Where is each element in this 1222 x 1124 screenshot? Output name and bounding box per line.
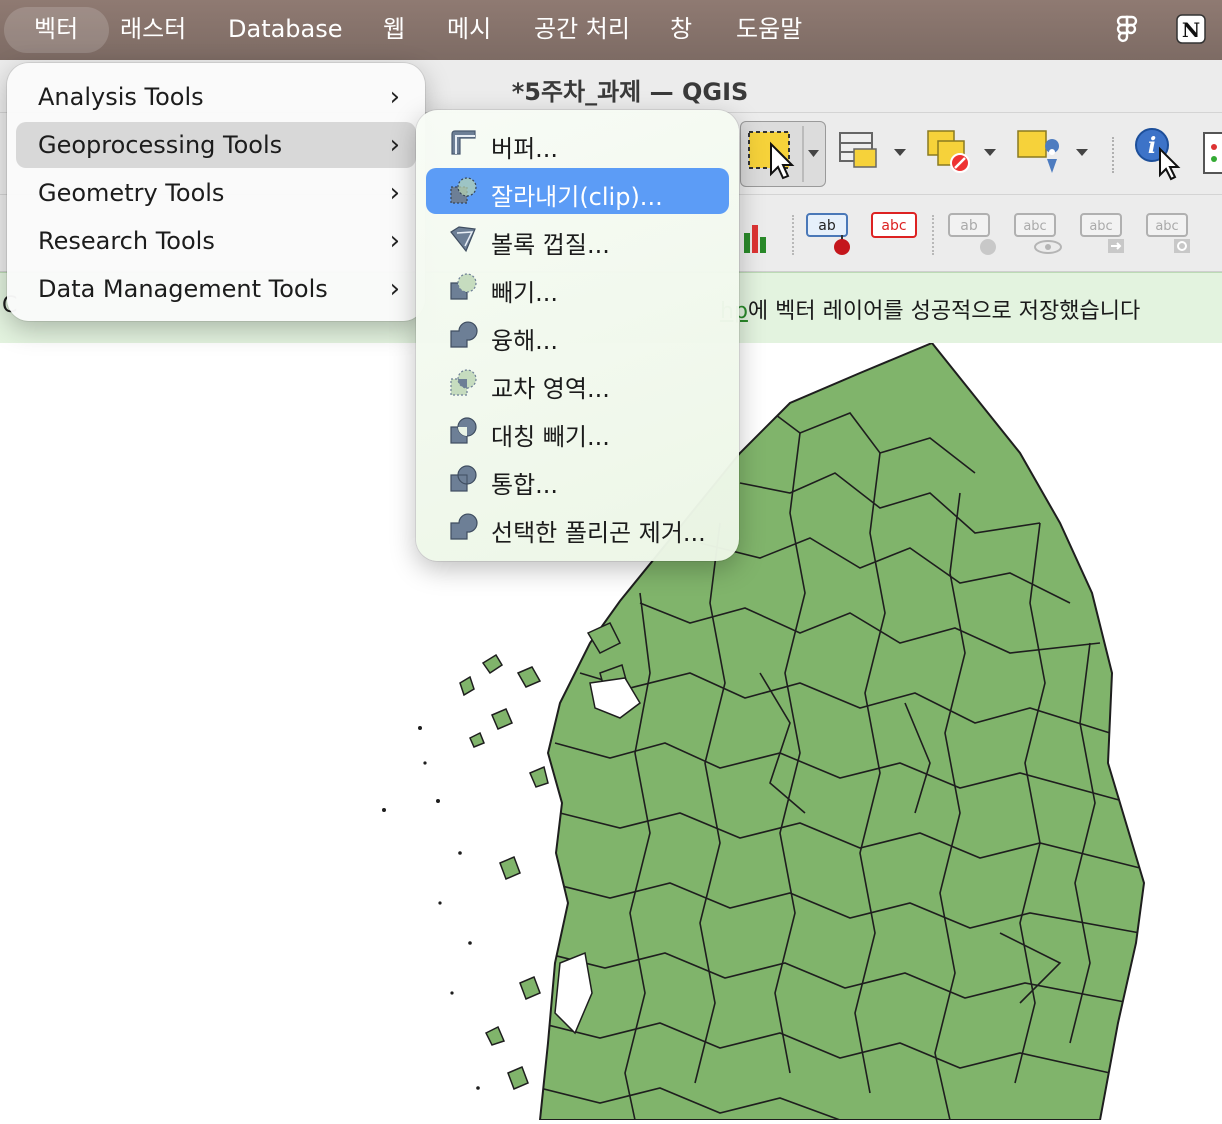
svg-text:N: N xyxy=(1182,18,1200,42)
svg-text:abc: abc xyxy=(1089,219,1112,234)
submenu-item-intersection[interactable]: 교차 영역... xyxy=(426,360,729,406)
buffer-icon xyxy=(451,130,476,155)
submenu-item-union[interactable]: 통합... xyxy=(426,456,729,502)
menu-item-analysis-tools[interactable]: Analysis Tools › xyxy=(16,74,416,120)
union-icon xyxy=(450,465,477,492)
rotate-label-icon[interactable]: abc xyxy=(1144,209,1200,257)
menu-bar: 벡터 래스터 Database 웹 메시 공간 처리 창 도움말 N xyxy=(0,0,1222,60)
submenu-item-label: 대칭 빼기... xyxy=(491,423,610,451)
show-hide-labels-icon[interactable]: abc xyxy=(1012,209,1068,257)
notion-icon[interactable]: N xyxy=(1174,12,1208,46)
geoprocessing-submenu: 버퍼... 잘라내기(clip)... 볼록 껍질... 빼기... 융해... xyxy=(416,110,739,561)
intersection-icon xyxy=(450,369,477,396)
menu-item-data-management-tools[interactable]: Data Management Tools › xyxy=(16,266,416,312)
submenu-item-dissolve[interactable]: 융해... xyxy=(426,312,729,358)
svg-text:abc: abc xyxy=(1155,219,1178,234)
toolbar-separator xyxy=(932,215,938,255)
chevron-right-icon: › xyxy=(389,274,400,304)
identify-features-icon[interactable]: i xyxy=(1130,123,1190,183)
symmetric-difference-icon xyxy=(450,417,477,444)
eliminate-polygons-icon xyxy=(450,513,478,540)
submenu-item-label: 융해... xyxy=(491,327,559,355)
select-features-button[interactable] xyxy=(740,121,826,187)
submenu-item-clip[interactable]: 잘라내기(clip)... xyxy=(426,168,729,214)
menu-item-label: Analysis Tools xyxy=(38,83,204,111)
menu-window[interactable]: 창 xyxy=(670,14,692,44)
submenu-item-label: 볼록 껍질... xyxy=(491,231,610,259)
svg-text:ab: ab xyxy=(960,218,978,234)
svg-text:i: i xyxy=(1148,133,1156,159)
menu-item-label: Data Management Tools xyxy=(38,275,328,303)
submenu-item-label: 선택한 폴리곤 제거... xyxy=(491,519,706,547)
menu-database[interactable]: Database xyxy=(228,14,343,44)
menu-mesh[interactable]: 메시 xyxy=(447,14,491,44)
svg-text:abc: abc xyxy=(881,218,906,234)
menu-item-research-tools[interactable]: Research Tools › xyxy=(16,218,416,264)
submenu-item-label: 빼기... xyxy=(491,279,559,307)
dissolve-icon xyxy=(450,321,478,348)
submenu-item-label: 버퍼... xyxy=(491,135,559,163)
clip-icon xyxy=(450,177,477,204)
message-text: hp에 벡터 레이어를 성공적으로 저장했습니다 xyxy=(720,293,1140,325)
label-settings-icon[interactable]: abc xyxy=(868,209,924,249)
pin-labels-icon[interactable]: ab xyxy=(946,209,1002,257)
difference-icon xyxy=(450,273,477,300)
deselect-features-icon[interactable] xyxy=(924,125,1004,185)
submenu-item-label: 잘라내기(clip)... xyxy=(491,183,663,211)
attribute-table-icon[interactable] xyxy=(1200,127,1222,183)
menu-item-label: Research Tools xyxy=(38,227,215,255)
submenu-item-buffer[interactable]: 버퍼... xyxy=(426,120,729,166)
select-by-location-icon[interactable] xyxy=(1014,125,1098,185)
submenu-item-label: 통합... xyxy=(491,471,559,499)
toolbar-separator xyxy=(1112,137,1120,173)
menu-web[interactable]: 웹 xyxy=(383,14,405,44)
submenu-item-convex-hull[interactable]: 볼록 껍질... xyxy=(426,216,729,262)
svg-text:abc: abc xyxy=(1023,219,1046,234)
chevron-right-icon: › xyxy=(389,226,400,256)
svg-text:ab: ab xyxy=(818,218,836,234)
menu-help[interactable]: 도움말 xyxy=(736,14,802,44)
label-layer-icon[interactable]: ab xyxy=(804,209,860,257)
vector-menu: Analysis Tools › Geoprocessing Tools › G… xyxy=(7,63,425,321)
chevron-right-icon: › xyxy=(389,82,400,112)
menu-vector[interactable]: 벡터 xyxy=(34,14,78,44)
select-by-value-icon[interactable] xyxy=(836,127,916,183)
window-title: *5주차_과제 — QGIS xyxy=(511,78,749,106)
submenu-item-label: 교차 영역... xyxy=(491,375,610,403)
move-label-icon[interactable]: abc xyxy=(1078,209,1134,257)
chevron-right-icon: › xyxy=(389,178,400,208)
select-rectangle-icon xyxy=(748,126,819,182)
figma-icon[interactable] xyxy=(1110,12,1144,46)
submenu-item-difference[interactable]: 빼기... xyxy=(426,264,729,310)
message-body: 에 벡터 레이어를 성공적으로 저장했습니다 xyxy=(747,299,1141,324)
small-islets xyxy=(382,726,480,1090)
menu-processing[interactable]: 공간 처리 xyxy=(534,14,630,44)
diagram-icon[interactable] xyxy=(738,215,772,255)
menu-item-label: Geometry Tools xyxy=(38,179,225,207)
submenu-item-eliminate-polygons[interactable]: 선택한 폴리곤 제거... xyxy=(426,504,729,550)
menu-item-geoprocessing-tools[interactable]: Geoprocessing Tools › xyxy=(16,122,416,168)
submenu-item-symmetric-difference[interactable]: 대칭 빼기... xyxy=(426,408,729,454)
menu-item-label: Geoprocessing Tools xyxy=(38,131,283,159)
convex-hull-icon xyxy=(450,226,476,253)
menu-item-geometry-tools[interactable]: Geometry Tools › xyxy=(16,170,416,216)
toolbar-separator xyxy=(792,215,798,255)
chevron-right-icon: › xyxy=(389,130,400,160)
menu-raster[interactable]: 래스터 xyxy=(120,14,186,44)
